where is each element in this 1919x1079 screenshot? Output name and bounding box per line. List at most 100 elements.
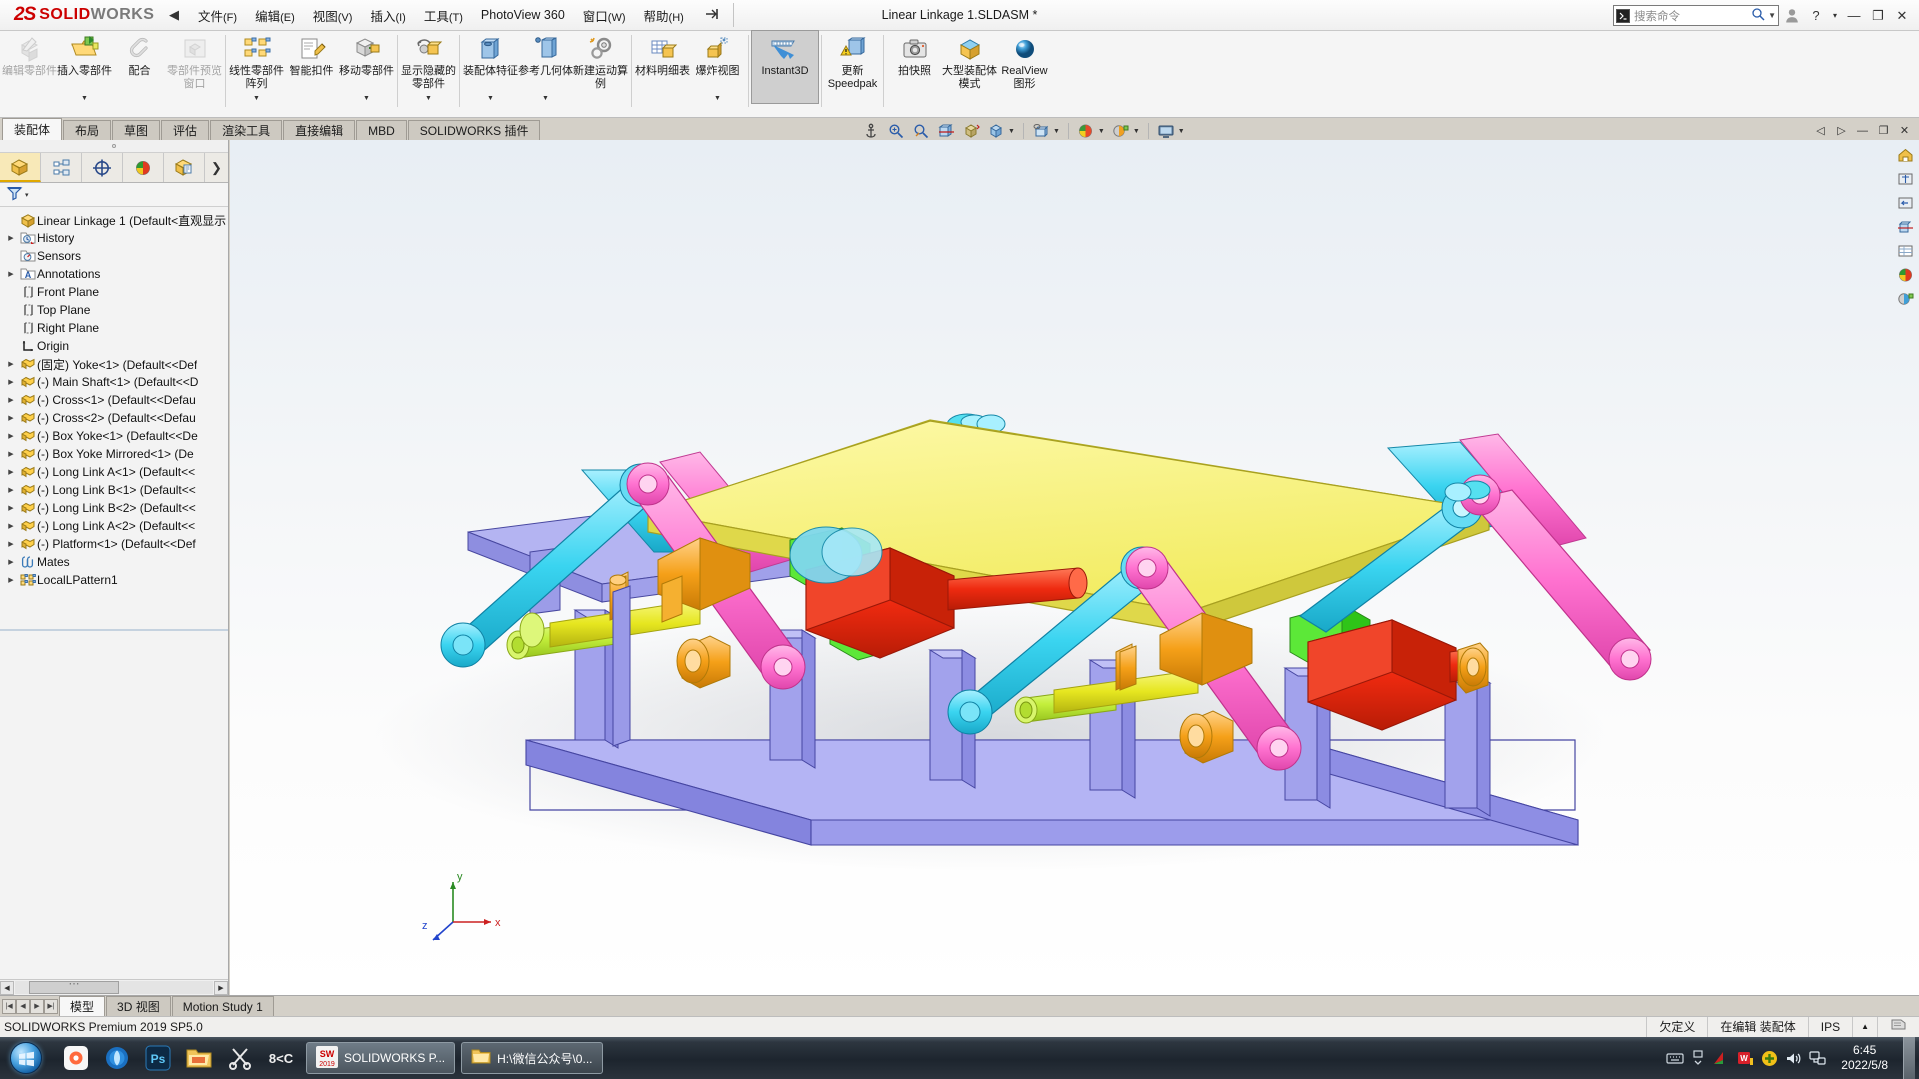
taskbar-app-browser[interactable]: [98, 1039, 136, 1077]
pin-menu-icon[interactable]: [693, 8, 731, 23]
search-icon[interactable]: [1751, 7, 1765, 24]
ribbon-mate[interactable]: 配合: [112, 31, 167, 103]
last-tab-button[interactable]: ▶|: [44, 998, 58, 1014]
minimize-document-button[interactable]: —: [1854, 122, 1871, 139]
chevron-down-icon[interactable]: ▼: [1178, 128, 1185, 135]
taskbar-clock[interactable]: 6:45 2022/5/8: [1833, 1043, 1896, 1073]
tree-item-right-plane[interactable]: ▶ Right Plane: [0, 319, 228, 337]
configuration-manager-tab[interactable]: [82, 153, 123, 182]
next-document-button[interactable]: ▷: [1833, 122, 1850, 139]
menu-item-photoview360[interactable]: PhotoView 360: [472, 4, 574, 26]
chevron-down-icon[interactable]: ▼: [714, 95, 721, 103]
windows-start-orb-icon[interactable]: [0, 1038, 52, 1078]
taskbar-app-explorer[interactable]: [180, 1039, 218, 1077]
tree-horizontal-scrollbar[interactable]: ◀ ▶: [0, 979, 228, 995]
panel-resize-grip[interactable]: [0, 140, 228, 153]
chevron-down-icon[interactable]: ▼: [253, 95, 260, 103]
scenes-icon[interactable]: [1895, 288, 1916, 309]
ribbon-move-component[interactable]: 移动零部件 ▼: [339, 31, 394, 103]
chevron-down-icon[interactable]: ▼: [81, 95, 88, 103]
document-properties-icon[interactable]: [1877, 1017, 1919, 1037]
appearances-icon[interactable]: [1895, 264, 1916, 285]
ribbon-insert-components[interactable]: 插入零部件 ▼: [57, 31, 112, 103]
tree-expand-arrow[interactable]: ▶: [4, 450, 18, 458]
status-expand-arrow-icon[interactable]: ▲: [1852, 1017, 1877, 1037]
ribbon-show-hidden-components[interactable]: 显示隐藏的零部件 ▼: [401, 31, 456, 103]
zoom-inout-icon[interactable]: [910, 121, 932, 141]
hide-show-icon[interactable]: [1030, 121, 1052, 141]
chevron-down-icon[interactable]: ▼: [1053, 128, 1060, 135]
chevron-down-icon[interactable]: ▼: [1098, 128, 1105, 135]
tree-expand-arrow[interactable]: ▶: [4, 468, 18, 476]
scene-icon[interactable]: [1110, 121, 1132, 141]
first-tab-button[interactable]: |◀: [2, 998, 16, 1014]
menu-item-file[interactable]: 文件(F): [189, 2, 246, 29]
menu-item-view[interactable]: 视图(V): [304, 2, 362, 29]
taskbar-app-snipaste[interactable]: [221, 1039, 259, 1077]
tray-network-icon[interactable]: [1809, 1050, 1826, 1066]
tree-expand-arrow[interactable]: ▶: [4, 378, 18, 386]
tab-render-tools[interactable]: 渲染工具: [210, 120, 283, 140]
tree-item-history[interactable]: ▶ History: [0, 229, 228, 247]
view-orientation-home-icon[interactable]: [1895, 144, 1916, 165]
section-view-icon[interactable]: [935, 121, 957, 141]
ribbon-linear-component-pattern[interactable]: 线性零部件阵列 ▼: [229, 31, 284, 103]
tree-item-long-link-b-2[interactable]: ▶ (-) Long Link B<2> (Default<<: [0, 499, 228, 517]
search-input[interactable]: 搜索命令 ▼: [1613, 5, 1779, 26]
help-dropdown-caret[interactable]: ▾: [1829, 3, 1841, 29]
tree-expand-arrow[interactable]: ▶: [4, 576, 18, 584]
tree-expand-arrow[interactable]: ▶: [4, 432, 18, 440]
tree-item-yoke-1[interactable]: ▶ (固定) Yoke<1> (Default<<Def: [0, 355, 228, 373]
ribbon-update-speedpak[interactable]: 更新 Speedpak: [825, 31, 880, 103]
taskbar-app-editor[interactable]: 8<C: [262, 1039, 300, 1077]
bottom-tab-3d-views[interactable]: 3D 视图: [106, 996, 171, 1016]
taskwin-folder[interactable]: H:\微信公众号\0...: [461, 1042, 603, 1074]
assembly-3d-model[interactable]: y x z: [230, 140, 1919, 995]
tree-item-front-plane[interactable]: ▶ Front Plane: [0, 283, 228, 301]
restore-window-button[interactable]: ❐: [1867, 3, 1889, 29]
tree-item-root[interactable]: ▶ Linear Linkage 1 (Default<直观显示: [0, 211, 228, 229]
tree-item-cross-1[interactable]: ▶ (-) Cross<1> (Default<<Defau: [0, 391, 228, 409]
menu-item-window[interactable]: 窗口(W): [574, 2, 635, 29]
tree-expand-arrow[interactable]: ▶: [4, 486, 18, 494]
bottom-tab-model[interactable]: 模型: [59, 996, 106, 1016]
feature-manager-tree-tab[interactable]: [0, 153, 41, 182]
tab-assembly[interactable]: 装配体: [2, 118, 63, 140]
tree-item-sensors[interactable]: ▶ Sensors: [0, 247, 228, 265]
tree-item-long-link-a-1[interactable]: ▶ (-) Long Link A<1> (Default<<: [0, 463, 228, 481]
ribbon-new-motion-study[interactable]: 新建运动算例: [573, 31, 628, 103]
tray-volume-icon[interactable]: [1785, 1051, 1802, 1066]
close-document-button[interactable]: ✕: [1896, 122, 1913, 139]
ribbon-reference-geometry[interactable]: 参考几何体 ▼: [518, 31, 573, 103]
tree-item-box-yoke-mirrored-1[interactable]: ▶ (-) Box Yoke Mirrored<1> (De: [0, 445, 228, 463]
tree-expand-arrow[interactable]: ▶: [4, 270, 18, 278]
ribbon-instant3d[interactable]: Instant3D: [751, 30, 819, 104]
bottom-tab-motion-study-1[interactable]: Motion Study 1: [171, 996, 274, 1016]
status-units[interactable]: IPS: [1807, 1017, 1852, 1037]
display-manager-tab[interactable]: [123, 153, 164, 182]
feature-tree[interactable]: ▶ Linear Linkage 1 (Default<直观显示 ▶ Histo…: [0, 207, 228, 979]
tree-expand-arrow[interactable]: ▶: [4, 558, 18, 566]
chevron-down-icon[interactable]: ▼: [542, 95, 549, 103]
tab-mbd[interactable]: MBD: [356, 120, 407, 140]
tray-overflow-icon[interactable]: [1691, 1050, 1705, 1066]
tree-expand-arrow[interactable]: ▶: [4, 540, 18, 548]
display-style-cube-icon[interactable]: [985, 121, 1007, 141]
filter-funnel-icon[interactable]: [6, 185, 23, 204]
scroll-right-arrow-icon[interactable]: ▶: [214, 980, 228, 995]
tab-direct-editing[interactable]: 直接编辑: [283, 120, 356, 140]
view-orientation-icon[interactable]: [960, 121, 982, 141]
tab-layout[interactable]: 布局: [63, 120, 112, 140]
tree-item-platform-1[interactable]: ▶ (-) Platform<1> (Default<<Def: [0, 535, 228, 553]
prev-tab-button[interactable]: ◀: [16, 998, 30, 1014]
tab-sketch[interactable]: 草图: [112, 120, 161, 140]
tree-item-mates[interactable]: ▶ Mates: [0, 553, 228, 571]
taskbar-app-photoshop[interactable]: Ps: [139, 1039, 177, 1077]
tab-solidworks-addins[interactable]: SOLIDWORKS 插件: [407, 120, 541, 140]
menu-item-help[interactable]: 帮助(H): [635, 2, 693, 29]
taskbar-app-xmind[interactable]: [57, 1039, 95, 1077]
ribbon-large-assembly-mode[interactable]: 大型装配体模式: [942, 31, 997, 103]
tree-item-cross-2[interactable]: ▶ (-) Cross<2> (Default<<Defau: [0, 409, 228, 427]
tree-item-top-plane[interactable]: ▶ Top Plane: [0, 301, 228, 319]
menu-item-insert[interactable]: 插入(I): [361, 2, 414, 29]
